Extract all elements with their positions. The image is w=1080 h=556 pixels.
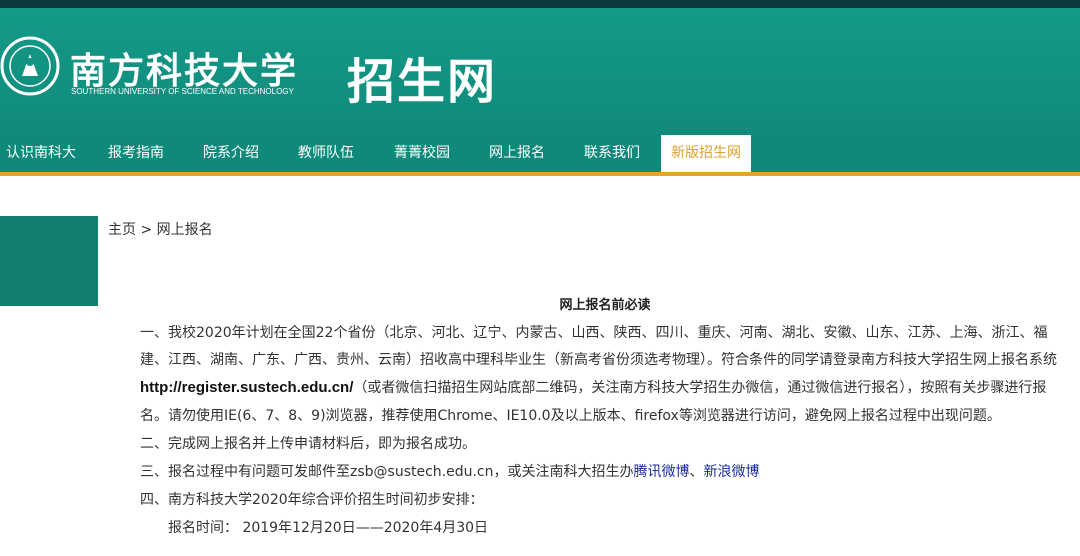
notice-paragraph-1-line-1: 一、我校2020年计划在全国22个省份（北京、河北、辽宁、内蒙古、山西、陕西、四… [140,325,1048,341]
site-title: 招生网 [347,54,498,110]
breadcrumb[interactable]: 主页 > 网上报名 [108,219,213,239]
notice-paragraph-1-line-4: 名。请勿使用IE(6、7、8、9)浏览器，推荐使用Chrome、IE10.0及以… [140,408,1001,424]
main-nav: 认识南科大 报考指南 院系介绍 教师队伍 菁菁校园 网上报名 联系我们 新版招生… [0,135,1080,172]
nav-item-faculty[interactable]: 教师队伍 [298,135,354,172]
nav-item-online-registration[interactable]: 网上报名 [489,135,545,172]
nav-item-about[interactable]: 认识南科大 [6,135,76,172]
registration-url-link[interactable]: http://register.sustech.edu.cn/ [140,379,353,396]
notice-paragraph-2: 二、完成网上报名并上传申请材料后，即为报名成功。 [140,436,476,452]
nav-item-contact[interactable]: 联系我们 [584,135,640,172]
nav-item-new-site[interactable]: 新版招生网 [661,135,751,172]
nav-item-campus[interactable]: 菁菁校园 [394,135,450,172]
notice-paragraph-4: 四、南方科技大学2020年综合评价招生时间初步安排： [140,492,484,508]
link-separator: 、 [689,464,704,480]
notice-paragraph-3-text: 三、报名过程中有问题可发邮件至zsb@sustech.edu.cn，或关注南科大… [140,464,634,480]
tencent-weibo-link[interactable]: 腾讯微博 [634,464,690,480]
nav-item-departments[interactable]: 院系介绍 [203,135,259,172]
sina-weibo-link[interactable]: 新浪微博 [704,464,760,480]
notice-title: 网上报名前必读 [559,298,651,313]
university-name-en: SOUTHERN UNIVERSITY OF SCIENCE AND TECHN… [71,87,294,96]
site-header: 南方科技大学 SOUTHERN UNIVERSITY OF SCIENCE AN… [0,8,1080,135]
notice-paragraph-1-line-3: http://register.sustech.edu.cn/（或者微信扫描招生… [140,377,1046,397]
nav-item-guide[interactable]: 报考指南 [108,135,164,172]
notice-paragraph-1-line-3-text: （或者微信扫描招生网站底部二维码，关注南方科技大学招生办微信，通过微信进行报名）… [353,380,1047,396]
notice-paragraph-1-line-2: 建、江西、湖南、广东、广西、贵州、云南）招收高中理科毕业生（新高考省份须选考物理… [140,352,1057,368]
top-dark-bar [0,0,1080,8]
notice-paragraph-3: 三、报名过程中有问题可发邮件至zsb@sustech.edu.cn，或关注南科大… [140,461,760,481]
registration-time: 报名时间： 2019年12月20日——2020年4月30日 [168,520,489,536]
side-decoration-block [0,216,98,306]
university-emblem-icon [0,36,60,96]
nav-underline [0,172,1080,176]
